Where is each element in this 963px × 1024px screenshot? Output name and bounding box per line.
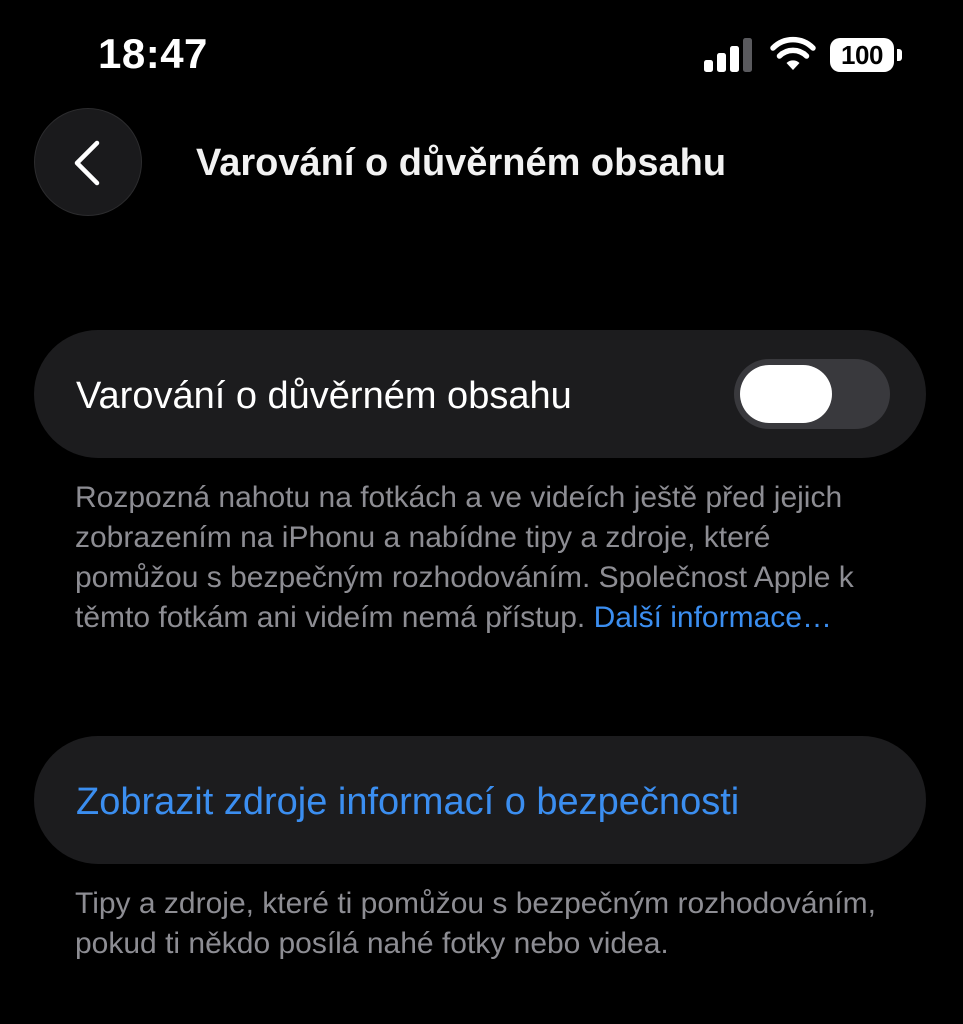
safety-resources-label: Zobrazit zdroje informací o bezpečnosti — [76, 781, 740, 823]
battery-tip — [897, 49, 902, 61]
safety-resources-button[interactable]: Zobrazit zdroje informací o bezpečnosti — [34, 736, 926, 864]
wifi-icon — [770, 36, 816, 70]
status-bar: 18:47 100 — [0, 0, 963, 110]
signal-icon — [704, 38, 752, 72]
learn-more-link[interactable]: Další informace… — [594, 601, 832, 634]
battery-level: 100 — [830, 38, 894, 72]
toggle-knob — [740, 365, 832, 423]
sensitive-content-warning-toggle[interactable] — [734, 359, 890, 429]
status-time: 18:47 — [98, 30, 208, 77]
page-title: Varování o důvěrném obsahu — [196, 142, 727, 184]
sensitive-content-warning-row: Varování o důvěrném obsahu — [34, 330, 926, 458]
chevron-left-icon — [74, 140, 100, 186]
back-button[interactable] — [34, 108, 142, 216]
battery-icon: 100 — [830, 38, 904, 72]
toggle-label: Varování o důvěrném obsahu — [76, 375, 572, 417]
toggle-description: Rozpozná nahotu na fotkách a ve videích … — [75, 478, 885, 638]
resources-description: Tipy a zdroje, které ti pomůžou s bezpeč… — [75, 887, 876, 960]
